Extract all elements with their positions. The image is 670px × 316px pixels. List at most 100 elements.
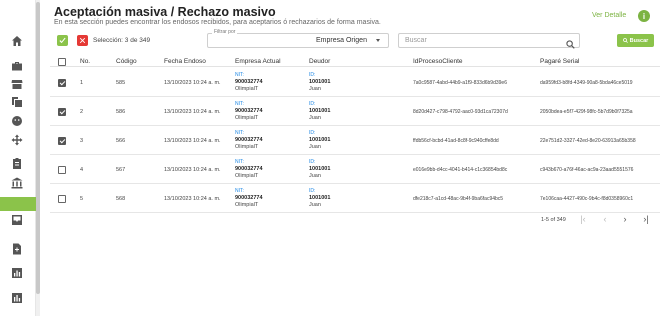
cell-empresa: OlimpialT <box>235 144 259 150</box>
row-checkbox[interactable] <box>58 108 66 116</box>
next-page-button[interactable]: › <box>620 214 630 224</box>
header-no[interactable]: No. <box>80 58 90 65</box>
cell-id-proceso: dfe218c7-a1cd-48ac-9b4f-9ba6fac94bc5 <box>413 196 504 202</box>
table-row[interactable]: 5 568 13/10/2023 10:24 a. m. NIT: 900032774 O… <box>50 185 660 213</box>
cell-deudor-id: 1001001 <box>309 137 331 143</box>
search-icon <box>622 38 628 43</box>
cell-id-proceso: e016e9bb-d4cc-4041-b414-c1c36854bd8c <box>413 167 508 173</box>
table-row[interactable]: 4 567 13/10/2023 10:24 a. m. NIT: 900032774 O… <box>50 156 660 184</box>
last-page-button[interactable]: ›| <box>641 214 651 224</box>
bank-icon[interactable] <box>10 176 24 190</box>
search-input[interactable] <box>398 33 580 48</box>
ver-detalle-link[interactable]: Ver Detalle <box>592 12 626 19</box>
document-add-icon[interactable] <box>10 242 24 256</box>
store-icon[interactable] <box>10 77 24 91</box>
home-icon[interactable] <box>10 34 24 48</box>
header-id-proceso[interactable]: IdProcesoCliente <box>413 58 463 65</box>
select-all-checkbox[interactable] <box>58 58 66 66</box>
header-codigo[interactable]: Código <box>116 58 137 65</box>
cell-nit: 900032774 <box>235 108 263 114</box>
header-deudor[interactable]: Deudor <box>309 58 330 65</box>
header-pagare-serial[interactable]: Pagaré Serial <box>540 58 579 65</box>
sidebar <box>0 0 36 316</box>
header-empresa-actual[interactable]: Empresa Actual <box>235 58 281 65</box>
cell-deudor: Juan <box>309 202 321 208</box>
accept-selected-button[interactable] <box>57 35 68 46</box>
report-icon[interactable] <box>10 291 24 305</box>
cell-fecha: 13/10/2023 10:24 a. m. <box>164 196 221 202</box>
cell-fecha: 13/10/2023 10:24 a. m. <box>164 80 221 86</box>
nit-label: NIT: <box>235 188 244 194</box>
prev-page-button[interactable]: ‹ <box>600 214 610 224</box>
info-icon[interactable]: i <box>638 10 650 22</box>
move-arrows-icon[interactable] <box>10 133 24 147</box>
cell-deudor-id: 1001001 <box>309 195 331 201</box>
cell-deudor-id: 1001001 <box>309 166 331 172</box>
cell-empresa: OlimpialT <box>235 202 259 208</box>
cell-nit: 900032774 <box>235 79 263 85</box>
cell-no: 5 <box>80 196 84 202</box>
page-subtitle: En esta sección puedes encontrar los end… <box>54 19 381 26</box>
table-row[interactable]: 3 566 13/10/2023 10:24 a. m. NIT: 900032774 O… <box>50 127 660 155</box>
first-page-button[interactable]: |‹ <box>578 214 588 224</box>
filter-selected-value[interactable]: Empresa Origen <box>316 37 367 44</box>
search-button-label: Buscar <box>629 37 649 44</box>
cell-deudor-id: 1001001 <box>309 79 331 85</box>
cell-fecha: 13/10/2023 10:24 a. m. <box>164 167 221 173</box>
sidebar-active-indicator <box>0 197 36 211</box>
id-label: ID: <box>309 101 316 107</box>
filter-label: Filtrar por <box>212 29 238 35</box>
search-button[interactable]: Buscar <box>617 34 654 47</box>
accept-icon <box>59 37 66 44</box>
clipboard-icon[interactable] <box>10 156 24 170</box>
search-icon[interactable] <box>566 36 575 49</box>
reject-selected-button[interactable] <box>77 35 88 46</box>
cell-no: 4 <box>80 167 84 173</box>
cell-deudor-id: 1001001 <box>309 108 331 114</box>
id-label: ID: <box>309 159 316 165</box>
cell-id-proceso: ffdb56cf-bcbd-41ad-8c8f-9c940cffe8dd <box>413 138 499 144</box>
nit-label: NIT: <box>235 101 244 107</box>
row-checkbox[interactable] <box>58 166 66 174</box>
id-label: ID: <box>309 130 316 136</box>
cell-codigo: 567 <box>116 167 126 173</box>
cell-fecha: 13/10/2023 10:24 a. m. <box>164 109 221 115</box>
cell-deudor: Juan <box>309 115 321 121</box>
cell-empresa: OlimpialT <box>235 86 259 92</box>
briefcase-icon[interactable] <box>10 59 24 73</box>
sidebar-scrollbar-thumb[interactable] <box>36 2 40 294</box>
cell-no: 1 <box>80 80 84 86</box>
page-title: Aceptación masiva / Rechazo masivo <box>54 5 276 19</box>
inbox-icon[interactable] <box>10 213 24 227</box>
chevron-down-icon[interactable] <box>376 39 380 42</box>
id-label: ID: <box>309 188 316 194</box>
copy-icon[interactable] <box>10 95 24 109</box>
reject-icon <box>79 37 86 44</box>
nit-label: NIT: <box>235 72 244 78</box>
row-checkbox[interactable] <box>58 137 66 145</box>
cell-id-proceso: 7a0c9587-4abd-44b9-a1f9-833d6b9d39e6 <box>413 80 507 86</box>
nit-label: NIT: <box>235 130 244 136</box>
cell-nit: 900032774 <box>235 195 263 201</box>
selection-count: Selección: 3 de 349 <box>93 37 151 44</box>
id-label: ID: <box>309 72 316 78</box>
nit-label: NIT: <box>235 159 244 165</box>
face-icon[interactable] <box>10 114 24 128</box>
row-checkbox[interactable] <box>58 79 66 87</box>
pagination-range: 1-5 of 349 <box>541 217 566 223</box>
table-row[interactable]: 2 586 13/10/2023 10:24 a. m. NIT: 900032774 O… <box>50 98 660 126</box>
cell-nit: 900032774 <box>235 166 263 172</box>
bar-chart-icon[interactable] <box>10 266 24 280</box>
cell-pagare-serial: c943b670-a76f-46ac-ac9a-23aad5551576 <box>540 167 634 173</box>
cell-deudor: Juan <box>309 173 321 179</box>
table-row[interactable]: 1 585 13/10/2023 10:24 a. m. NIT: 900032774 O… <box>50 69 660 97</box>
cell-pagare-serial: 22e751d2-3327-42ed-8e20-63913a65b358 <box>540 138 636 144</box>
cell-deudor: Juan <box>309 86 321 92</box>
cell-empresa: OlimpialT <box>235 173 259 179</box>
cell-fecha: 13/10/2023 10:24 a. m. <box>164 138 221 144</box>
cell-nit: 900032774 <box>235 137 263 143</box>
cell-codigo: 586 <box>116 109 126 115</box>
cell-codigo: 585 <box>116 80 126 86</box>
row-checkbox[interactable] <box>58 195 66 203</box>
header-fecha-endoso[interactable]: Fecha Endoso <box>164 58 206 65</box>
